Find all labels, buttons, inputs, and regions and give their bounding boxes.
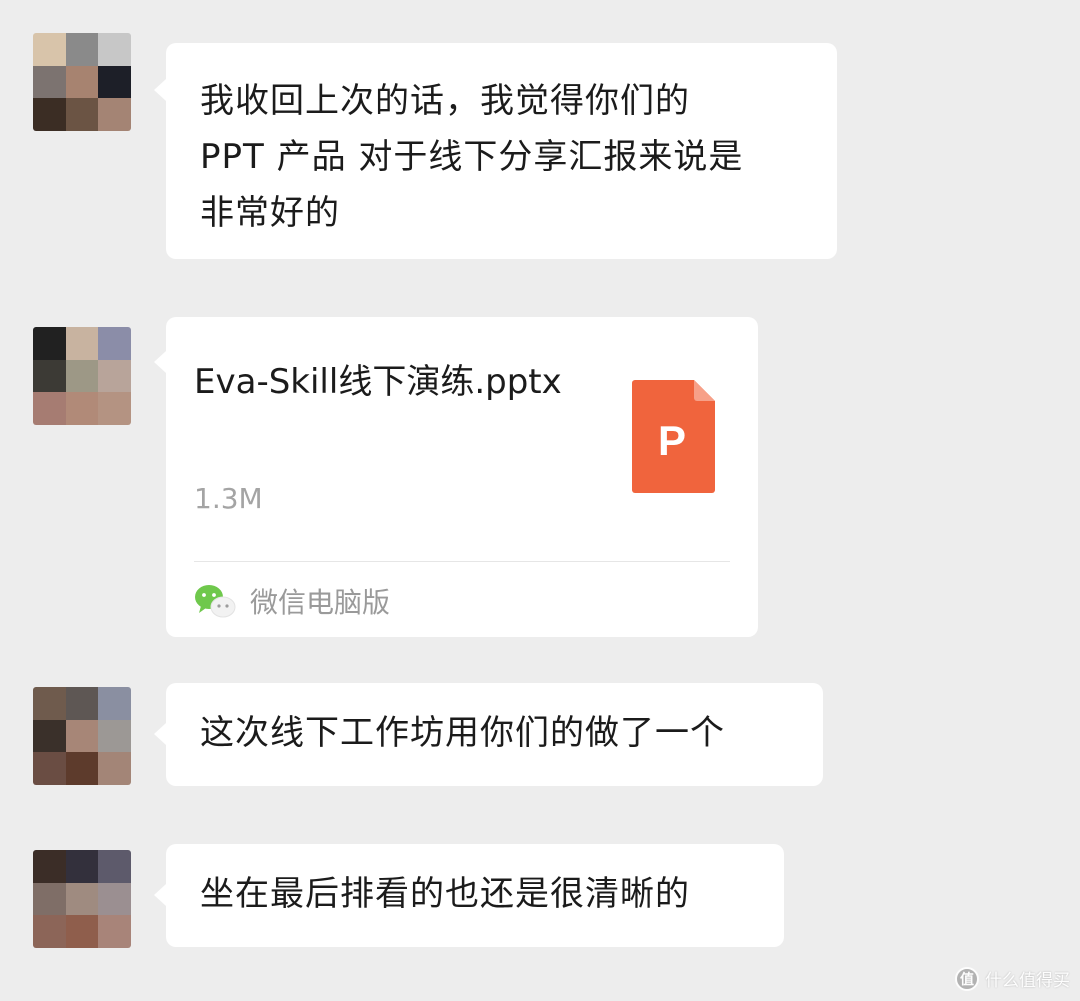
avatar-pixel bbox=[65, 719, 99, 753]
avatar[interactable] bbox=[33, 33, 131, 131]
watermark: 值 什么值得买 bbox=[955, 966, 1070, 991]
avatar-pixel bbox=[98, 33, 131, 66]
avatar-pixel bbox=[98, 752, 131, 785]
avatar-pixel bbox=[98, 65, 131, 99]
avatar-pixel bbox=[65, 687, 99, 720]
pptx-file-icon: P bbox=[632, 380, 715, 493]
avatar-pixel bbox=[33, 359, 66, 393]
avatar-pixel bbox=[65, 752, 99, 785]
file-source: 微信电脑版 bbox=[194, 579, 390, 623]
avatar-pixel bbox=[65, 98, 99, 131]
message-text: 我收回上次的话，我觉得你们的 PPT 产品 对于线下分享汇报来说是 非常好的 bbox=[200, 81, 744, 233]
avatar-pixel bbox=[65, 915, 99, 948]
avatar-pixel bbox=[33, 392, 66, 425]
wechat-icon bbox=[195, 585, 236, 618]
avatar-pixel bbox=[33, 882, 66, 916]
avatar-pixel bbox=[98, 850, 131, 883]
avatar-pixel bbox=[65, 65, 99, 99]
avatar-pixel bbox=[33, 65, 66, 99]
avatar[interactable] bbox=[33, 687, 131, 785]
avatar-pixel bbox=[98, 882, 131, 916]
avatar-pixel bbox=[98, 98, 131, 131]
avatar-pixel bbox=[98, 719, 131, 753]
avatar-pixel bbox=[33, 687, 66, 720]
avatar-pixel bbox=[33, 327, 66, 360]
avatar-pixel bbox=[65, 882, 99, 916]
avatar-pixel bbox=[33, 850, 66, 883]
avatar-pixel bbox=[33, 33, 66, 66]
avatar-pixel bbox=[65, 392, 99, 425]
avatar-pixel bbox=[65, 850, 99, 883]
avatar[interactable] bbox=[33, 850, 131, 948]
avatar-pixel bbox=[33, 719, 66, 753]
message-bubble[interactable]: 我收回上次的话，我觉得你们的 PPT 产品 对于线下分享汇报来说是 非常好的 bbox=[154, 43, 837, 259]
avatar-pixel bbox=[98, 392, 131, 425]
file-name: Eva-Skill线下演练.pptx bbox=[194, 362, 562, 402]
avatar[interactable] bbox=[33, 327, 131, 425]
file-size: 1.3M bbox=[194, 482, 263, 515]
avatar-pixel bbox=[98, 327, 131, 360]
svg-text:P: P bbox=[658, 417, 686, 464]
avatar-pixel bbox=[33, 98, 66, 131]
file-message-card[interactable]: Eva-Skill线下演练.pptx 1.3M P 微信电脑版 bbox=[154, 317, 758, 637]
avatar-pixel bbox=[98, 687, 131, 720]
message-text: 坐在最后排看的也还是很清晰的 bbox=[200, 874, 690, 914]
message-text: 这次线下工作坊用你们的做了一个 bbox=[200, 713, 725, 753]
watermark-text: 什么值得买 bbox=[985, 971, 1070, 991]
avatar-pixel bbox=[98, 359, 131, 393]
avatar-pixel bbox=[65, 33, 99, 66]
smzdm-logo-icon: 值 bbox=[955, 966, 979, 991]
avatar-pixel bbox=[33, 915, 66, 948]
card-divider bbox=[194, 561, 730, 562]
avatar-pixel bbox=[65, 359, 99, 393]
avatar-pixel bbox=[98, 915, 131, 948]
message-bubble[interactable]: 这次线下工作坊用你们的做了一个 bbox=[154, 683, 823, 786]
avatar-pixel bbox=[33, 752, 66, 785]
avatar-pixel bbox=[65, 327, 99, 360]
message-bubble[interactable]: 坐在最后排看的也还是很清晰的 bbox=[154, 844, 784, 947]
source-label: 微信电脑版 bbox=[250, 586, 391, 619]
